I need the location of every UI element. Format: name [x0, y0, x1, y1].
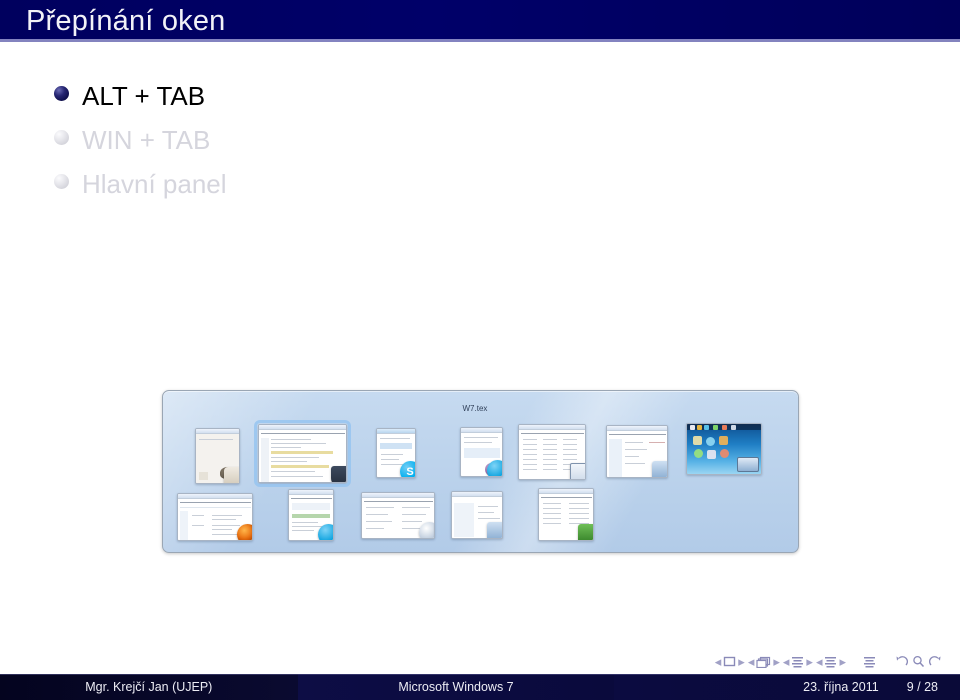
section-back-icon[interactable]: ◂ — [816, 655, 823, 668]
list-item: WIN + TAB — [54, 120, 694, 164]
thumbnail-control-panel — [360, 492, 435, 539]
section-forward-icon[interactable]: ▸ — [839, 655, 846, 668]
itemize-list: ALT + TAB WIN + TAB Hlavní panel — [54, 76, 694, 208]
list-item: ALT + TAB — [54, 76, 694, 120]
page-title: Přepínání oken — [26, 5, 226, 37]
footer-page-number: 9 / 28 — [906, 680, 938, 694]
search-icon[interactable] — [912, 655, 925, 668]
nav-group-frame[interactable]: ◂ ▸ — [748, 655, 780, 668]
footer-meta: 23. října 2011 9 / 28 — [614, 674, 960, 700]
skype-icon: S — [399, 461, 415, 477]
clock-icon — [418, 522, 434, 538]
thumbnail-spreadsheet — [517, 424, 586, 480]
bullet-icon — [54, 174, 69, 189]
beamer-navigation-symbols[interactable]: ◂ ▸ ◂ ▸ ◂ ▸ ◂ ▸ — [715, 655, 942, 668]
list-item: Hlavní panel — [54, 164, 694, 208]
list-item-label: Hlavní panel — [82, 169, 227, 199]
subsection-icon[interactable] — [791, 656, 804, 668]
mail-icon — [486, 460, 502, 476]
section-icon[interactable] — [824, 656, 837, 668]
gimp-icon — [223, 467, 239, 483]
footer-subject: Microsoft Windows 7 — [297, 674, 615, 700]
nav-group-subsection[interactable]: ◂ ▸ — [783, 655, 813, 668]
list-item-label: WIN + TAB — [82, 125, 211, 155]
thumbnail-database — [537, 488, 594, 541]
firefox-icon — [236, 524, 252, 540]
footer-author: Mgr. Krejčí Jan (UJEP) — [0, 674, 298, 700]
footer-date: 23. října 2011 — [803, 680, 879, 694]
selected-window-caption: W7.tex — [462, 404, 488, 413]
beamer-slide: Přepínání oken ALT + TAB WIN + TAB Hlavn… — [0, 0, 960, 700]
slide-forward-icon[interactable]: ▸ — [738, 655, 745, 668]
thumbnail-gimp — [194, 428, 240, 484]
frame-icon[interactable] — [756, 656, 771, 668]
thumbnail-w7-tex — [253, 420, 351, 487]
slide-header-bar: Přepínání oken — [0, 0, 960, 42]
appendix-icon[interactable] — [863, 656, 876, 668]
thumbnail-mail-message — [287, 489, 334, 541]
mail-icon — [317, 524, 333, 540]
header-rule — [0, 39, 960, 42]
back-icon[interactable] — [895, 655, 909, 668]
bullet-icon — [54, 130, 69, 145]
frame-back-icon[interactable]: ◂ — [748, 655, 755, 668]
subsection-forward-icon[interactable]: ▸ — [806, 655, 813, 668]
disk-icon — [569, 463, 585, 479]
thumbnail-windows-desktop — [685, 423, 762, 475]
bullet-icon — [54, 86, 69, 101]
forward-icon[interactable] — [928, 655, 942, 668]
thumbnail-firefox — [176, 493, 253, 541]
footer-top-rule — [0, 674, 960, 675]
subsection-back-icon[interactable]: ◂ — [783, 655, 790, 668]
thumbnail-explorer — [605, 425, 668, 478]
nav-group-slide[interactable]: ◂ ▸ — [715, 655, 745, 668]
figure-container: W7.tex S — [0, 390, 960, 565]
nav-group-section[interactable]: ◂ ▸ — [816, 655, 846, 668]
alt-tab-switcher-panel: W7.tex S — [161, 390, 799, 553]
frame-forward-icon[interactable]: ▸ — [773, 655, 780, 668]
shield-icon — [330, 466, 346, 482]
pc-icon — [651, 461, 667, 477]
slide-footer: Mgr. Krejčí Jan (UJEP) Microsoft Windows… — [0, 674, 960, 700]
thumbnail-skype: S — [375, 428, 416, 478]
pc-icon — [486, 522, 502, 538]
slide-back-icon[interactable]: ◂ — [715, 655, 722, 668]
thumbnail-media — [450, 491, 503, 539]
list-item-label: ALT + TAB — [82, 81, 206, 111]
thumbnail-mail-client — [459, 427, 503, 477]
green-icon — [577, 524, 593, 540]
slide-icon[interactable] — [723, 656, 736, 667]
